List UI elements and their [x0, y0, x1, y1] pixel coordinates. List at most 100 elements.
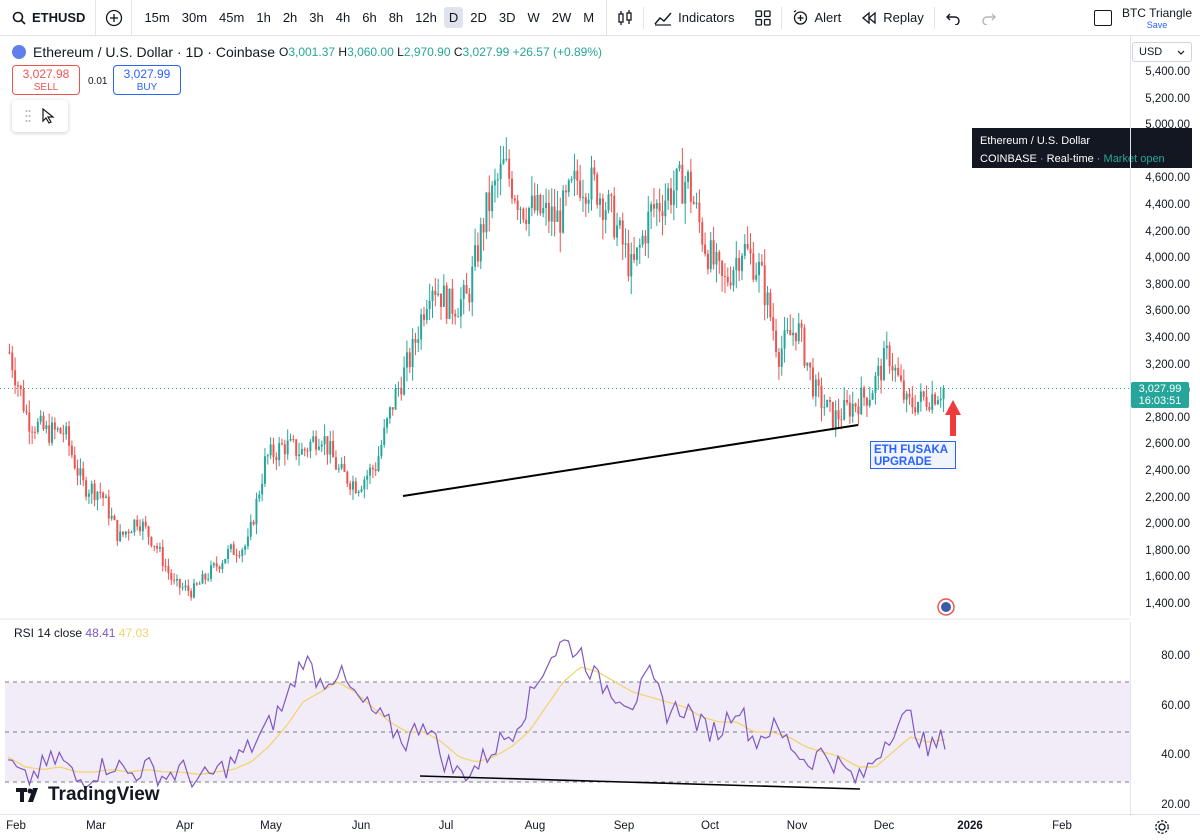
candle-body — [298, 454, 301, 456]
candle-body — [161, 547, 164, 567]
candle-body — [664, 200, 667, 217]
candle-body — [902, 380, 905, 400]
candle-body — [195, 583, 198, 585]
tradingview-mark-icon — [16, 788, 38, 802]
candle-body — [90, 483, 93, 494]
candle-body — [306, 450, 309, 452]
candle-body — [309, 441, 312, 452]
candle-body — [246, 536, 249, 547]
fusaka-upgrade-note[interactable]: ETH FUSAKA UPGRADE — [870, 441, 956, 469]
candle-body — [141, 521, 144, 532]
candle-body — [283, 444, 286, 455]
candle-body — [329, 440, 332, 455]
candle-body — [190, 590, 193, 598]
date-tick-label: Dec — [873, 820, 895, 832]
candle-body — [539, 194, 542, 214]
price-axis[interactable]: 5,400.00 5,200.00 5,000.00 4,800.00 4,600.00… — [1130, 36, 1200, 616]
legend-title[interactable]: Ethereum / U.S. Dollar · 1D · Coinbase — [33, 44, 275, 60]
candle-body — [204, 574, 207, 580]
candle-body — [107, 496, 110, 519]
date-tick-label: Feb — [1052, 820, 1072, 832]
date-tick-label: Oct — [701, 820, 719, 832]
rsi-legend[interactable]: RSI 14 close 48.41 47.03 — [14, 626, 149, 640]
candle-body — [570, 179, 573, 181]
candle-body — [289, 438, 292, 441]
candle-body — [224, 558, 227, 564]
candle-body — [635, 247, 638, 260]
candle-body — [712, 240, 715, 265]
date-tick-label: Jun — [351, 820, 371, 832]
candle-body — [397, 387, 400, 389]
buy-price: 3,027.99 — [123, 67, 171, 81]
candle-body — [215, 563, 218, 567]
candle-body — [601, 198, 604, 220]
candle-body — [650, 204, 653, 212]
candle-body — [85, 480, 88, 497]
candle-body — [590, 167, 593, 200]
buy-button[interactable]: 3,027.99 BUY — [113, 65, 181, 95]
candle-body — [829, 399, 831, 402]
tooltip-exchange: COINBASE — [980, 153, 1037, 165]
candle-body — [647, 211, 650, 244]
tradingview-logo[interactable]: TradingView — [16, 784, 160, 806]
red-up-arrow — [945, 400, 961, 436]
price-trendline — [402, 424, 859, 497]
candle-body — [440, 293, 443, 307]
candle-body — [763, 265, 766, 306]
candle-body — [752, 253, 755, 280]
rsi-tick-label: 40.00 — [1161, 749, 1190, 761]
candle-body — [837, 410, 840, 420]
candle-body — [641, 235, 644, 245]
candle-body — [451, 288, 454, 314]
time-axis[interactable]: Feb Mar Apr May Jun Jul Aug Sep Oct Nov Dec 2026 Feb — [0, 814, 1200, 840]
settings-gear-icon[interactable] — [1154, 819, 1170, 835]
candle-body — [51, 422, 54, 443]
candle-body — [229, 544, 232, 550]
candle-body — [533, 195, 536, 211]
candle-body — [928, 406, 931, 410]
candle-body — [530, 195, 533, 209]
candle-body — [48, 425, 51, 443]
candle-body — [422, 314, 425, 320]
rsi-axis[interactable]: 80.00 60.00 40.00 20.00 — [1130, 622, 1200, 816]
candle-body — [437, 293, 440, 296]
candle-body — [431, 290, 434, 302]
spread-value: 0.01 — [88, 76, 108, 87]
candle-body — [184, 585, 187, 588]
candle-body — [616, 225, 619, 238]
candle-body — [420, 314, 423, 340]
sell-button[interactable]: 3,027.98 SELL — [12, 65, 80, 95]
rsi-tick-label: 20.00 — [1161, 799, 1190, 811]
candle-body — [19, 385, 22, 390]
candle-body — [891, 366, 894, 371]
candle-body — [269, 444, 272, 456]
drag-handle-icon[interactable] — [25, 109, 31, 123]
candle-body — [25, 411, 28, 413]
cursor-arrow-icon[interactable] — [41, 108, 55, 124]
price-tick-label: 1,800.00 — [1145, 544, 1190, 557]
candle-body — [908, 393, 911, 398]
currency-button[interactable]: USD — [1132, 42, 1192, 62]
candle-body — [491, 185, 494, 212]
candle-body — [897, 367, 900, 376]
candle-body — [502, 159, 505, 164]
candle-body — [238, 555, 241, 557]
candle-body — [363, 479, 366, 490]
candle-body — [371, 467, 374, 470]
candle-body — [45, 425, 48, 430]
chart-canvas[interactable] — [0, 0, 1200, 840]
candle-body — [394, 388, 397, 410]
price-tick-label: 4,600.00 — [1145, 172, 1190, 185]
low-value: 2,970.90 — [403, 45, 451, 59]
candle-body — [729, 282, 732, 286]
candle-body — [826, 399, 829, 408]
candle-body — [79, 468, 82, 476]
candle-body — [445, 285, 448, 319]
candle-body — [93, 483, 96, 501]
candle-body — [607, 194, 610, 211]
candle-body — [584, 197, 587, 204]
candle-body — [122, 531, 124, 535]
candle-body — [249, 521, 252, 537]
candle-body — [303, 449, 306, 451]
candle-body — [536, 194, 539, 211]
